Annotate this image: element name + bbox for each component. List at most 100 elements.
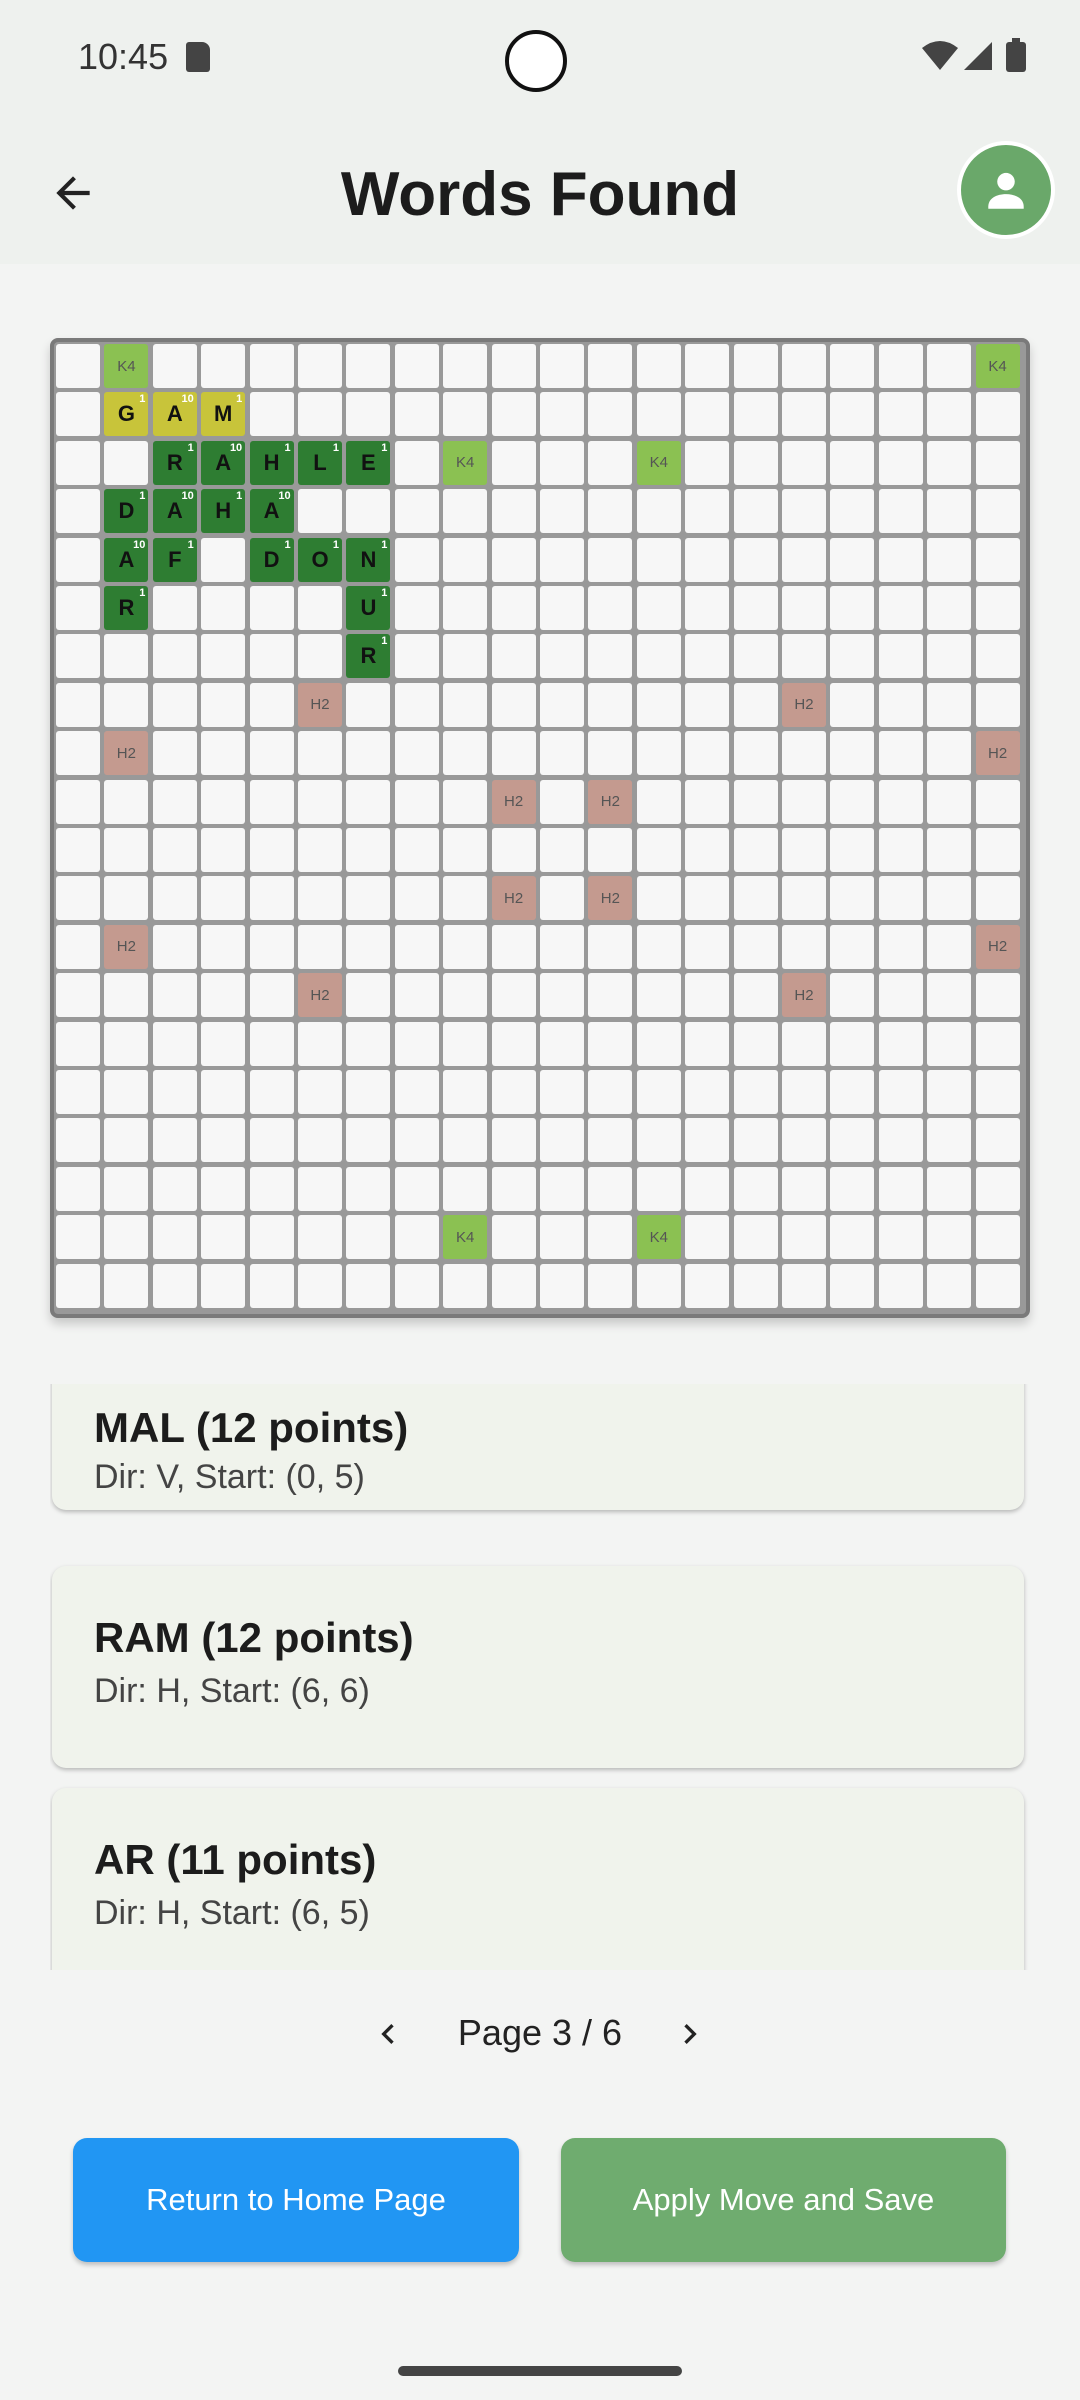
board-cell[interactable] xyxy=(733,344,778,388)
bonus-cell-k4[interactable]: K4 xyxy=(636,1215,681,1260)
board-cell[interactable] xyxy=(443,586,488,630)
board-cell[interactable] xyxy=(588,586,633,630)
board-cell[interactable] xyxy=(346,828,391,872)
board-cell[interactable] xyxy=(249,1021,294,1066)
bonus-cell-h2[interactable]: H2 xyxy=(588,876,633,921)
board-cell[interactable] xyxy=(636,1118,681,1163)
board-cell[interactable] xyxy=(298,344,342,388)
board-cell[interactable] xyxy=(201,1070,246,1114)
letter-tile[interactable]: O1 xyxy=(298,537,342,582)
board-cell[interactable] xyxy=(152,924,197,969)
board-cell[interactable] xyxy=(830,828,875,872)
board-cell[interactable] xyxy=(298,779,342,824)
bonus-cell-k4[interactable]: K4 xyxy=(975,344,1020,388)
board-cell[interactable] xyxy=(636,876,681,921)
board-cell[interactable] xyxy=(927,682,972,727)
board-cell[interactable] xyxy=(491,489,536,534)
letter-tile[interactable]: U1 xyxy=(346,586,391,630)
board-cell[interactable] xyxy=(782,489,826,534)
board-cell[interactable] xyxy=(733,1070,778,1114)
board-cell[interactable] xyxy=(975,1166,1020,1211)
board-cell[interactable] xyxy=(56,344,100,388)
board-cell[interactable] xyxy=(830,1166,875,1211)
board-cell[interactable] xyxy=(540,1263,584,1308)
board-cell[interactable] xyxy=(249,1118,294,1163)
board-cell[interactable] xyxy=(104,1263,149,1308)
board-cell[interactable] xyxy=(588,634,633,679)
board-cell[interactable] xyxy=(636,924,681,969)
board-cell[interactable] xyxy=(830,1021,875,1066)
board-cell[interactable] xyxy=(733,440,778,485)
board-cell[interactable] xyxy=(152,1263,197,1308)
board-cell[interactable] xyxy=(201,586,246,630)
board-cell[interactable] xyxy=(394,634,439,679)
board-cell[interactable] xyxy=(56,1118,100,1163)
board-cell[interactable] xyxy=(588,537,633,582)
board-cell[interactable] xyxy=(443,828,488,872)
board-cell[interactable] xyxy=(685,440,730,485)
board-cell[interactable] xyxy=(733,392,778,437)
board-cell[interactable] xyxy=(152,1118,197,1163)
board-cell[interactable] xyxy=(249,634,294,679)
board-cell[interactable] xyxy=(540,1118,584,1163)
board-cell[interactable] xyxy=(56,973,100,1018)
board-cell[interactable] xyxy=(443,876,488,921)
board-cell[interactable] xyxy=(878,731,923,776)
letter-tile[interactable]: N1 xyxy=(346,537,391,582)
board-cell[interactable] xyxy=(733,489,778,534)
board-cell[interactable] xyxy=(685,924,730,969)
board-cell[interactable] xyxy=(104,779,149,824)
board-cell[interactable] xyxy=(733,682,778,727)
board-cell[interactable] xyxy=(298,828,342,872)
board-cell[interactable] xyxy=(298,1166,342,1211)
board-cell[interactable] xyxy=(394,440,439,485)
board-cell[interactable] xyxy=(249,586,294,630)
letter-tile[interactable]: H1 xyxy=(249,440,294,485)
board-cell[interactable] xyxy=(830,1118,875,1163)
board-cell[interactable] xyxy=(152,1021,197,1066)
board-cell[interactable] xyxy=(927,344,972,388)
return-home-button[interactable]: Return to Home Page xyxy=(73,2138,519,2262)
bonus-cell-h2[interactable]: H2 xyxy=(782,682,826,727)
board-cell[interactable] xyxy=(298,489,342,534)
letter-tile[interactable]: A 10 xyxy=(249,489,294,534)
board-cell[interactable] xyxy=(152,682,197,727)
board-cell[interactable] xyxy=(491,440,536,485)
board-cell[interactable] xyxy=(782,731,826,776)
board-cell[interactable] xyxy=(104,634,149,679)
board-cell[interactable] xyxy=(540,440,584,485)
board-cell[interactable] xyxy=(975,682,1020,727)
board-cell[interactable] xyxy=(201,779,246,824)
board-cell[interactable] xyxy=(540,973,584,1018)
board-cell[interactable] xyxy=(878,1215,923,1260)
board-cell[interactable] xyxy=(782,586,826,630)
board-cell[interactable] xyxy=(733,537,778,582)
board-cell[interactable] xyxy=(152,634,197,679)
letter-tile[interactable]: M1 xyxy=(201,392,246,437)
board-cell[interactable] xyxy=(975,537,1020,582)
board-cell[interactable] xyxy=(56,1215,100,1260)
board-cell[interactable] xyxy=(878,779,923,824)
board-cell[interactable] xyxy=(298,392,342,437)
board-cell[interactable] xyxy=(733,876,778,921)
board-cell[interactable] xyxy=(685,1021,730,1066)
bonus-cell-h2[interactable]: H2 xyxy=(975,731,1020,776)
letter-tile[interactable]: A 10 xyxy=(152,392,197,437)
board-cell[interactable] xyxy=(588,682,633,727)
board-cell[interactable] xyxy=(830,973,875,1018)
letter-tile[interactable]: A 10 xyxy=(152,489,197,534)
letter-tile[interactable]: R1 xyxy=(104,586,149,630)
board-cell[interactable] xyxy=(394,392,439,437)
board-cell[interactable] xyxy=(685,682,730,727)
board-cell[interactable] xyxy=(975,876,1020,921)
board-cell[interactable] xyxy=(394,1166,439,1211)
board-cell[interactable] xyxy=(636,1070,681,1114)
board-cell[interactable] xyxy=(249,1070,294,1114)
board-cell[interactable] xyxy=(249,682,294,727)
board-cell[interactable] xyxy=(249,731,294,776)
board-cell[interactable] xyxy=(975,392,1020,437)
board-cell[interactable] xyxy=(733,634,778,679)
board-cell[interactable] xyxy=(975,1070,1020,1114)
board-cell[interactable] xyxy=(782,344,826,388)
board-cell[interactable] xyxy=(443,682,488,727)
